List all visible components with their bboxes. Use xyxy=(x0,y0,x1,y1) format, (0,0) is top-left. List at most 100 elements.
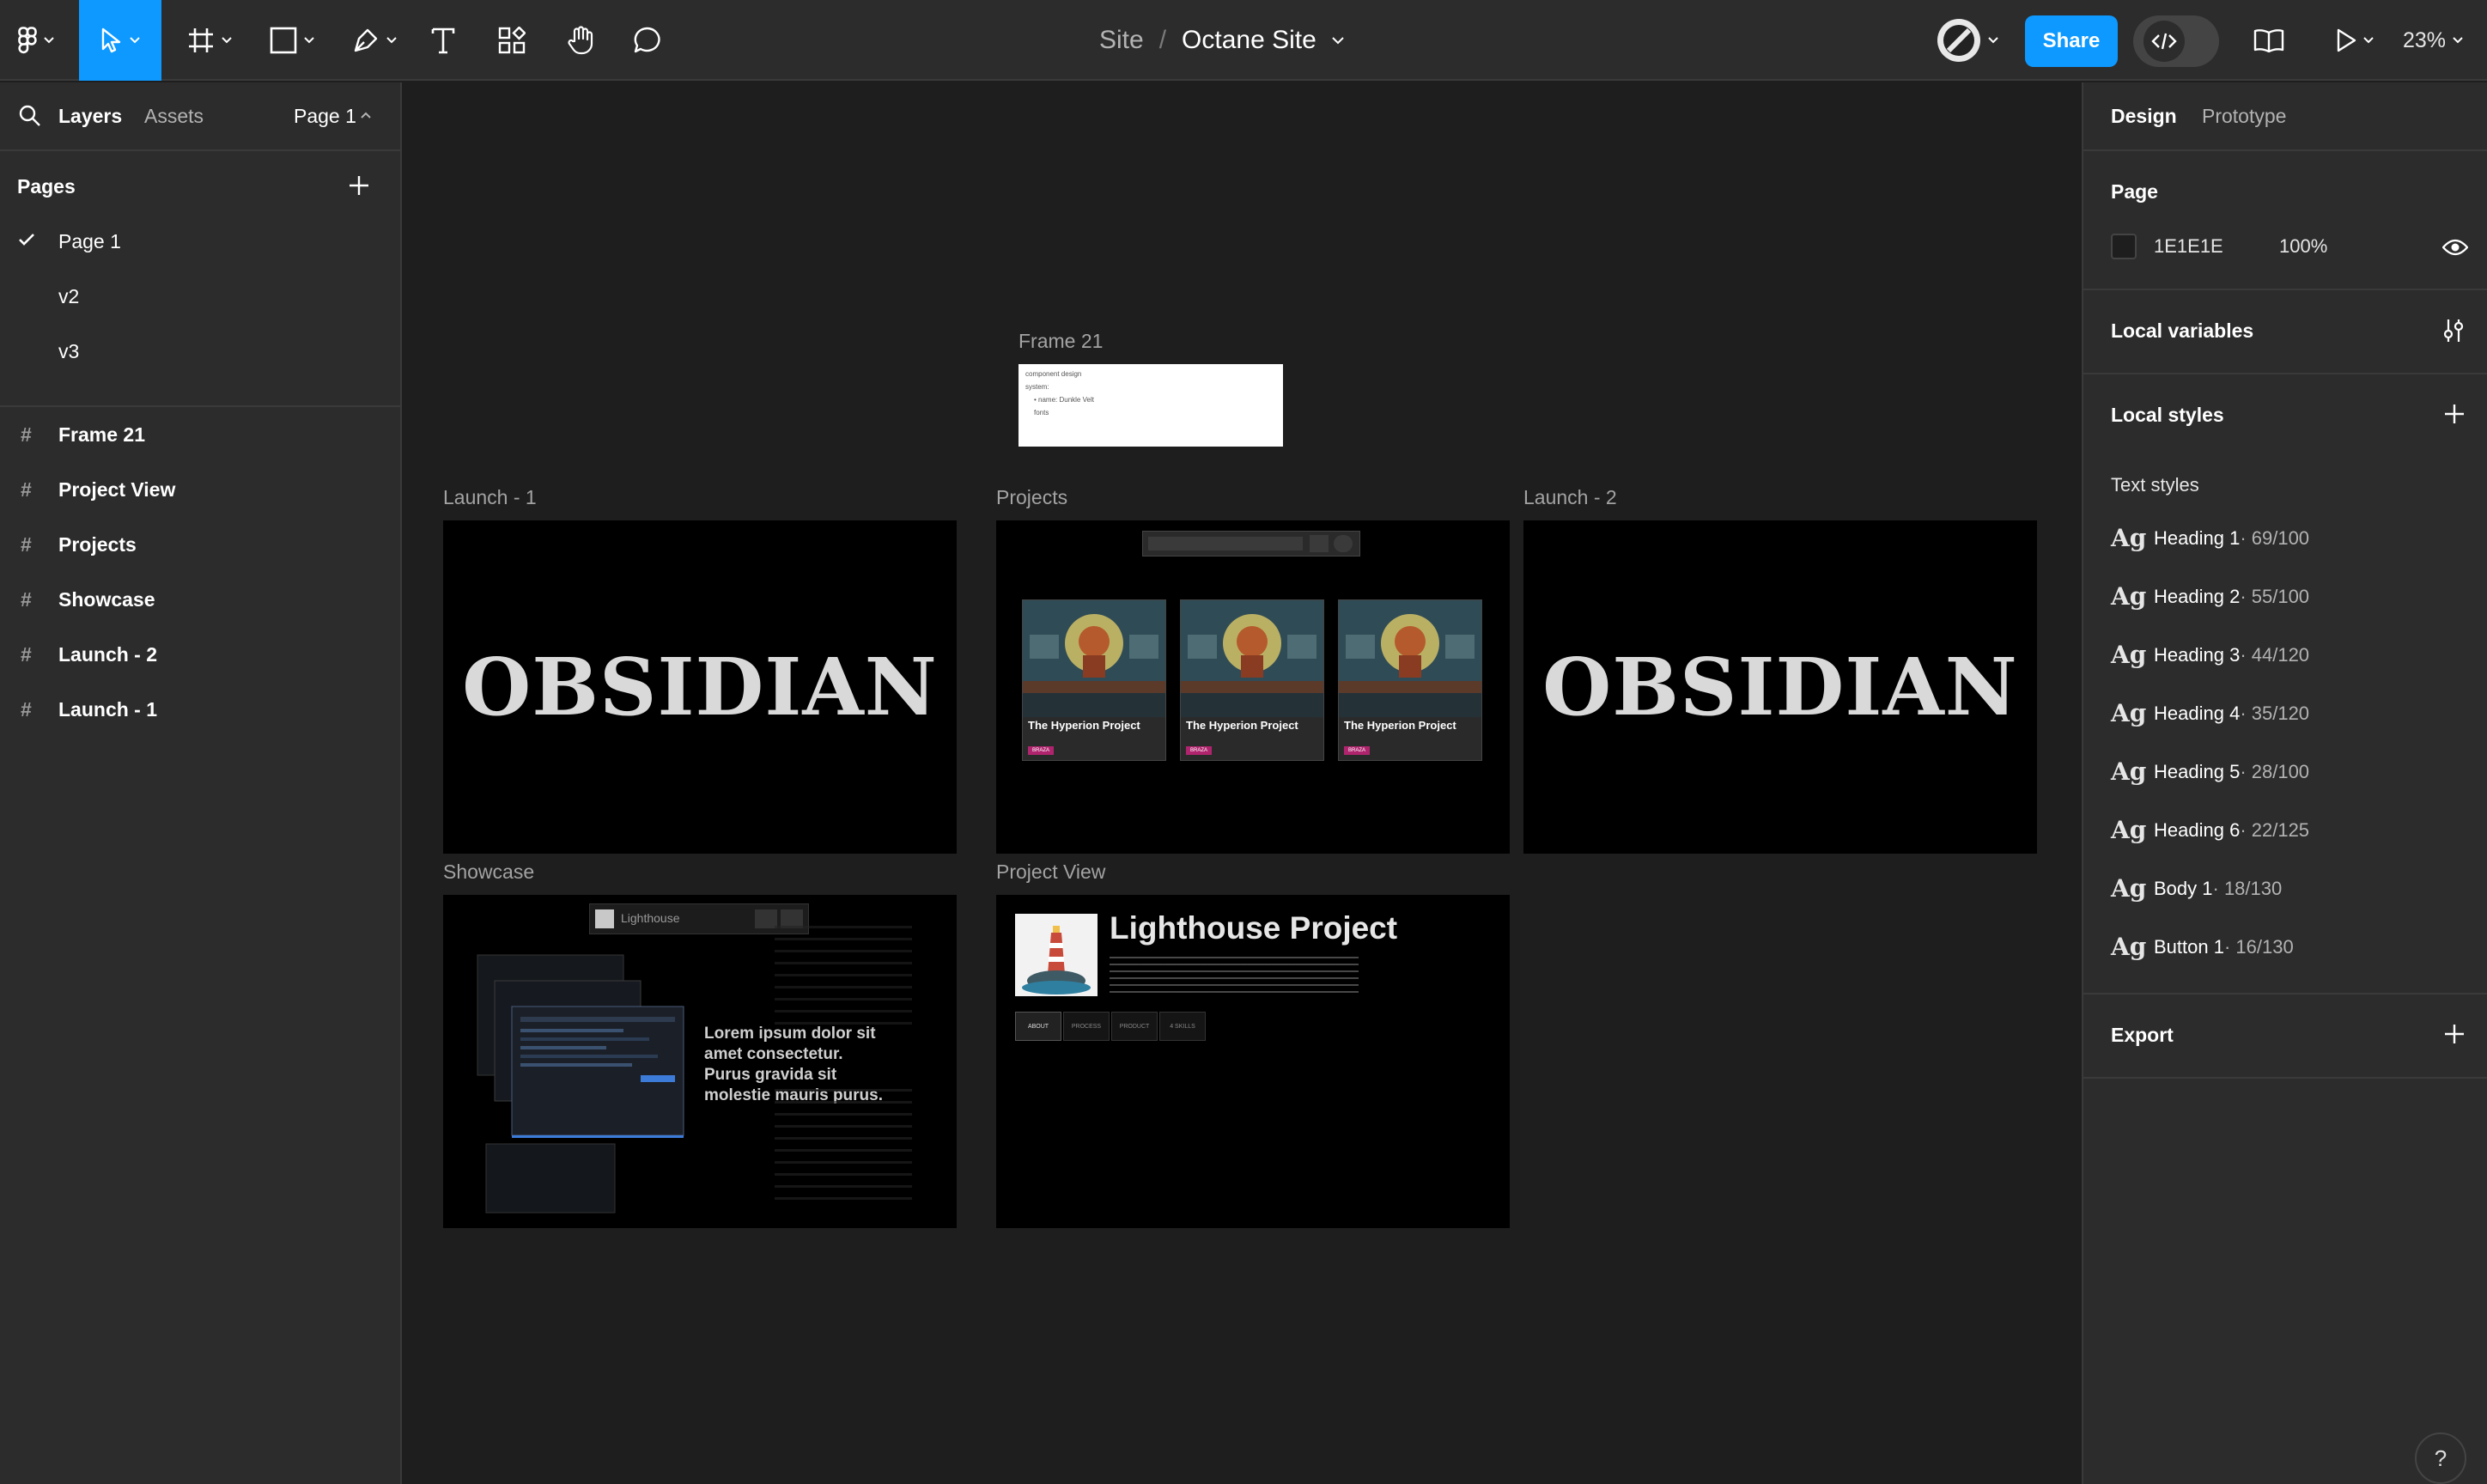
search-icon[interactable] xyxy=(19,105,41,127)
zoom-menu[interactable]: 23% xyxy=(2403,0,2463,81)
help-button[interactable]: ? xyxy=(2415,1432,2466,1484)
project-tab: PROCESS xyxy=(1063,1012,1110,1041)
page-color-value[interactable]: 1E1E1E xyxy=(2154,235,2223,258)
add-export-icon[interactable] xyxy=(2444,1024,2465,1044)
text-tool-button[interactable] xyxy=(423,0,464,81)
text-style-value: · 18/130 xyxy=(2212,877,2283,899)
lighthouse-image xyxy=(1015,914,1098,996)
pen-icon xyxy=(354,28,378,52)
frame-project-view[interactable]: Lighthouse Project ABOUT PROCESS PRODUCT… xyxy=(996,895,1510,1228)
dev-mode-toggle[interactable] xyxy=(2133,15,2219,67)
page-heading: Page xyxy=(2111,180,2158,203)
current-page-selector[interactable]: Page 1 xyxy=(294,105,356,128)
layer-item-launch-1[interactable]: # Launch - 1 xyxy=(21,692,157,727)
page-opacity-value[interactable]: 100% xyxy=(2279,235,2327,258)
frame-label-launch-1[interactable]: Launch - 1 xyxy=(443,486,537,509)
frame-label-showcase[interactable]: Showcase xyxy=(443,861,534,884)
faded-text-block xyxy=(775,926,912,1029)
layer-item-projects[interactable]: # Projects xyxy=(21,527,137,562)
add-style-icon[interactable] xyxy=(2444,404,2465,424)
text-style-item[interactable]: Ag Heading 1 · 69/100 xyxy=(2111,524,2309,552)
avatar-icon xyxy=(1937,19,1980,62)
frame-label-launch-2[interactable]: Launch - 2 xyxy=(1523,486,1617,509)
project-card-title: The Hyperion Project xyxy=(1186,719,1298,732)
pages-heading: Pages xyxy=(17,175,76,198)
text-style-value: · 69/100 xyxy=(2240,526,2310,549)
present-button[interactable] xyxy=(2324,0,2386,81)
frame-launch-1[interactable]: OBSIDIAN xyxy=(443,520,957,854)
text-style-item[interactable]: Ag Heading 3 · 44/120 xyxy=(2111,641,2309,669)
frame-tool-button[interactable] xyxy=(175,0,244,81)
filter-icon xyxy=(1334,535,1353,552)
cursor-icon xyxy=(101,27,121,53)
page-item-v2[interactable]: v2 xyxy=(58,285,79,308)
layer-item-frame-21[interactable]: # Frame 21 xyxy=(21,417,145,452)
project-tab: 4 SKILLS xyxy=(1159,1012,1206,1041)
page-item-page-1[interactable]: Page 1 xyxy=(58,230,121,253)
showcase-search-text: Lighthouse xyxy=(621,911,680,925)
layer-label: Showcase xyxy=(58,587,155,611)
project-card-image xyxy=(1023,600,1165,717)
local-variables-section: Local variables xyxy=(2083,290,2487,374)
obsidian-wordmark: OBSIDIAN xyxy=(462,641,938,733)
toolbar: Site / Octane Site Share 23% xyxy=(0,0,2487,81)
dev-mode-knob xyxy=(2143,21,2185,62)
frame-projects[interactable]: The Hyperion Project BRAZA The Hyperion … xyxy=(996,520,1510,854)
canvas[interactable]: Frame 21 component design system: • name… xyxy=(404,82,2082,1484)
text-style-item[interactable]: Ag Body 1 · 18/130 xyxy=(2111,874,2282,903)
tab-assets[interactable]: Assets xyxy=(144,105,204,128)
page-color-swatch[interactable] xyxy=(2111,234,2137,259)
frame-icon xyxy=(189,28,213,52)
frame-label-projects[interactable]: Projects xyxy=(996,486,1067,509)
main-menu-button[interactable] xyxy=(9,0,64,81)
text-style-value: · 28/100 xyxy=(2240,760,2310,782)
shape-tool-button[interactable] xyxy=(258,0,326,81)
frame-21[interactable]: component design system: • name: Dunkle … xyxy=(1019,364,1283,447)
page-section: Page 1E1E1E 100% xyxy=(2083,151,2487,290)
library-button[interactable] xyxy=(2248,0,2289,81)
export-section: Export xyxy=(2083,994,2487,1079)
tab-layers[interactable]: Layers xyxy=(58,105,122,128)
local-variables-heading[interactable]: Local variables xyxy=(2111,319,2253,343)
layer-item-showcase[interactable]: # Showcase xyxy=(21,582,155,617)
file-name[interactable]: Octane Site xyxy=(1182,26,1316,55)
figma-logo-icon xyxy=(18,27,37,54)
chevron-up-icon[interactable] xyxy=(361,112,371,119)
move-tool-button[interactable] xyxy=(79,0,161,81)
text-style-value: · 35/120 xyxy=(2240,702,2310,724)
add-page-icon[interactable] xyxy=(349,175,369,196)
project-name[interactable]: Site xyxy=(1099,26,1144,55)
frame-icon: # xyxy=(21,477,32,501)
text-styles-heading: Text styles xyxy=(2111,474,2199,496)
text-style-item[interactable]: Ag Heading 2 · 55/100 xyxy=(2111,582,2309,611)
pen-tool-button[interactable] xyxy=(340,0,409,81)
frame-label-project-view[interactable]: Project View xyxy=(996,861,1105,884)
share-button[interactable]: Share xyxy=(2025,15,2118,67)
tab-prototype[interactable]: Prototype xyxy=(2202,105,2286,128)
pixel-art-illustration xyxy=(1339,600,1481,717)
resources-tool-button[interactable] xyxy=(491,0,532,81)
text-style-value: · 16/130 xyxy=(2223,935,2294,958)
rectangle-icon xyxy=(270,27,297,54)
layer-item-project-view[interactable]: # Project View xyxy=(21,472,175,507)
text-style-item[interactable]: Ag Heading 6 · 22/125 xyxy=(2111,816,2309,844)
text-style-item[interactable]: Ag Button 1 · 16/130 xyxy=(2111,933,2294,961)
tab-design[interactable]: Design xyxy=(2111,105,2177,128)
user-avatar-button[interactable] xyxy=(1929,0,2006,81)
frame-label-frame-21[interactable]: Frame 21 xyxy=(1019,330,1103,353)
project-tabs: ABOUT PROCESS PRODUCT 4 SKILLS xyxy=(1015,1012,1206,1041)
layer-label: Frame 21 xyxy=(58,423,146,446)
variables-icon[interactable] xyxy=(2442,318,2465,344)
eye-icon[interactable] xyxy=(2442,239,2468,256)
text-style-item[interactable]: Ag Heading 5 · 28/100 xyxy=(2111,757,2309,786)
text-style-item[interactable]: Ag Heading 4 · 35/120 xyxy=(2111,699,2309,727)
page-item-v3[interactable]: v3 xyxy=(58,340,79,363)
comment-tool-button[interactable] xyxy=(627,0,668,81)
frame-launch-2[interactable]: OBSIDIAN xyxy=(1523,520,2037,854)
chevron-down-icon[interactable] xyxy=(1332,36,1344,45)
hand-tool-button[interactable] xyxy=(560,0,601,81)
components-icon xyxy=(498,27,526,54)
text-style-name: Body 1 xyxy=(2154,877,2213,899)
frame-showcase[interactable]: Lighthouse Lorem ipsum dolor sit amet co… xyxy=(443,895,957,1228)
layer-item-launch-2[interactable]: # Launch - 2 xyxy=(21,637,157,672)
